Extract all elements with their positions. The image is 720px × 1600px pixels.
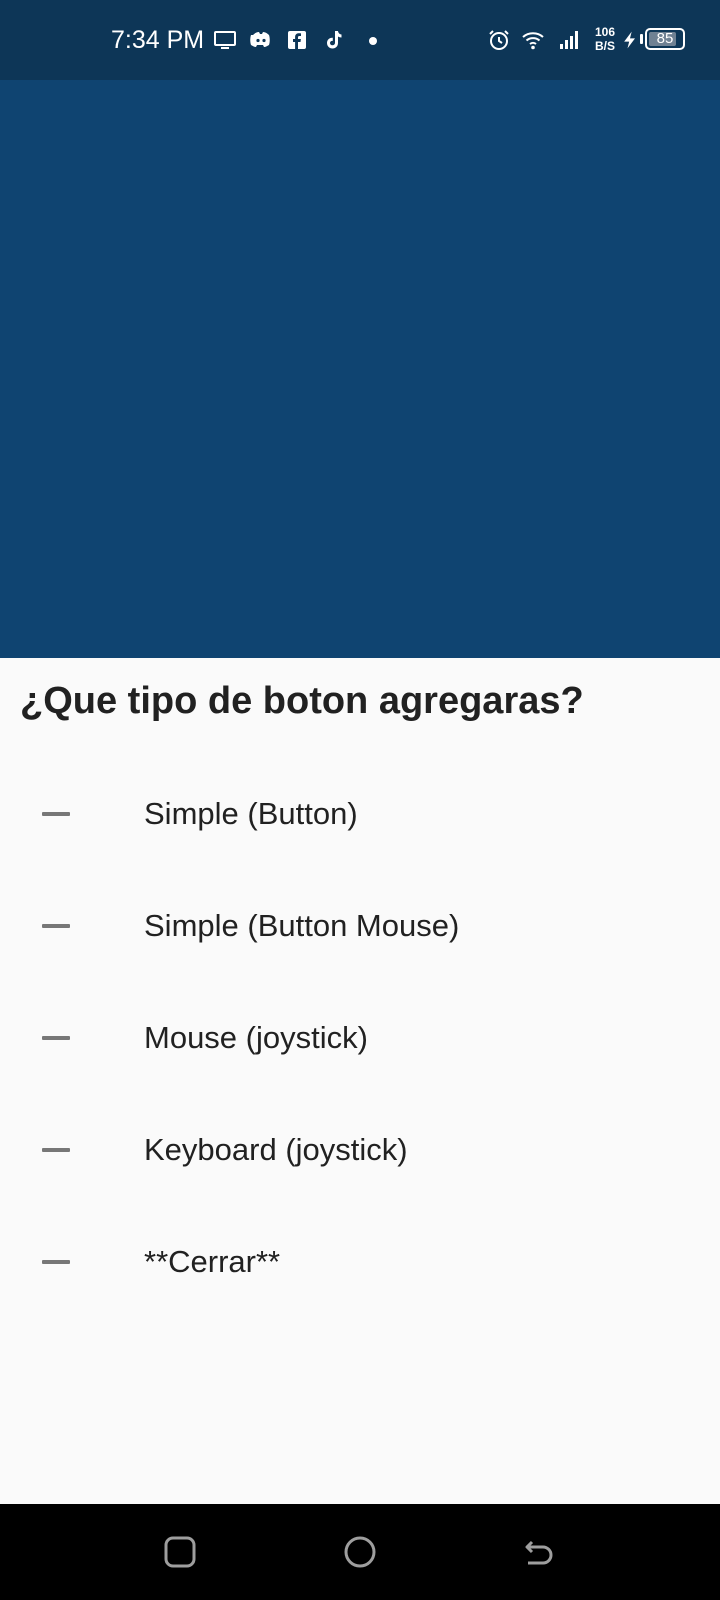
- network-speed-unit: B/S: [594, 39, 615, 53]
- more-notifications-dot: [369, 37, 377, 45]
- battery-cap: [640, 34, 643, 44]
- network-speed-value: 106: [594, 25, 616, 39]
- wifi-icon: [520, 28, 546, 52]
- discord-icon: [248, 28, 274, 52]
- app-background: [0, 80, 720, 658]
- network-speed: 106 B/S: [590, 25, 620, 53]
- option-label: **Cerrar**: [144, 1244, 281, 1279]
- home-icon: [342, 1534, 378, 1570]
- alarm-icon: [486, 28, 512, 52]
- option-mouse-joystick[interactable]: Mouse (joystick): [0, 982, 720, 1094]
- status-bar: 7:34 PM 106 B/S 85: [0, 0, 720, 80]
- dash-icon: [42, 812, 70, 816]
- option-list: Simple (Button) Simple (Button Mouse) Mo…: [0, 758, 720, 1318]
- cast-screen-icon: [212, 28, 238, 52]
- dash-icon: [42, 1148, 70, 1152]
- option-keyboard-joystick[interactable]: Keyboard (joystick): [0, 1094, 720, 1206]
- battery-level: 85: [656, 30, 674, 47]
- back-button[interactable]: [522, 1534, 558, 1570]
- recents-icon: [162, 1534, 198, 1570]
- facebook-icon: [284, 28, 310, 52]
- battery-icon: 85: [645, 28, 685, 50]
- back-icon: [522, 1534, 558, 1570]
- dash-icon: [42, 924, 70, 928]
- option-simple-button[interactable]: Simple (Button): [0, 758, 720, 870]
- charging-icon: [620, 28, 640, 52]
- status-time: 7:34 PM: [111, 26, 205, 54]
- home-button[interactable]: [342, 1534, 378, 1570]
- option-label: Simple (Button): [144, 796, 358, 831]
- recents-button[interactable]: [162, 1534, 198, 1570]
- dash-icon: [42, 1260, 70, 1264]
- sheet-title: ¿Que tipo de boton agregaras?: [20, 680, 584, 722]
- dash-icon: [42, 1036, 70, 1040]
- phone-screen: 7:34 PM 106 B/S 85 ¿Que tipo de boton ag…: [0, 0, 720, 1600]
- button-type-bottom-sheet: ¿Que tipo de boton agregaras? Simple (Bu…: [0, 658, 720, 1504]
- option-label: Mouse (joystick): [144, 1020, 368, 1055]
- option-label: Simple (Button Mouse): [144, 908, 460, 943]
- option-simple-button-mouse[interactable]: Simple (Button Mouse): [0, 870, 720, 982]
- signal-icon: [556, 28, 582, 52]
- option-label: Keyboard (joystick): [144, 1132, 408, 1167]
- option-close[interactable]: **Cerrar**: [0, 1206, 720, 1318]
- tiktok-icon: [320, 28, 346, 52]
- navigation-bar: [0, 1504, 720, 1600]
